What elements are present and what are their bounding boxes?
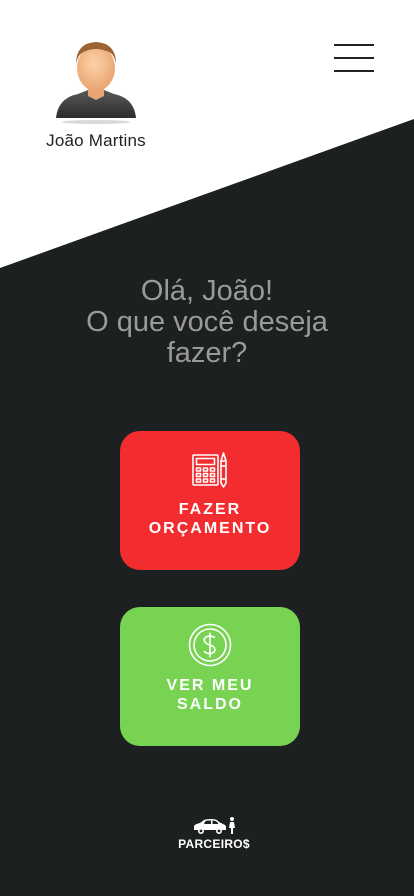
make-budget-label: FAZER ORÇAMENTO (120, 500, 300, 538)
header: João Martins (0, 0, 414, 170)
calculator-icon (192, 452, 227, 488)
brand-logo: PARCEIRO$ (177, 816, 251, 856)
hamburger-menu-icon[interactable] (334, 40, 374, 76)
view-balance-button[interactable]: VER MEU SALDO (120, 607, 300, 746)
make-budget-label-line-1: FAZER (178, 501, 242, 518)
make-budget-button[interactable]: FAZER ORÇAMENTO (120, 431, 300, 570)
greeting-line-3: fazer? (166, 337, 248, 369)
brand-name: PARCEIRO$ (178, 837, 250, 851)
greeting-heading: Olá, João! O que você deseja fazer? (0, 276, 414, 369)
user-avatar-icon[interactable] (52, 38, 140, 126)
menu-line-bottom (334, 70, 374, 72)
menu-line-middle (334, 57, 374, 59)
greeting-line-2: O que você deseja (86, 306, 328, 338)
dollar-coin-icon (188, 623, 232, 667)
user-name: João Martins (46, 131, 146, 150)
view-balance-label-line-1: VER MEU (166, 677, 254, 694)
menu-line-top (334, 44, 374, 46)
car-with-person-icon (194, 817, 235, 834)
view-balance-label-line-2: SALDO (177, 696, 243, 713)
make-budget-label-line-2: ORÇAMENTO (148, 520, 272, 537)
view-balance-label: VER MEU SALDO (120, 676, 300, 714)
greeting-line-1: Olá, João! (140, 275, 274, 307)
